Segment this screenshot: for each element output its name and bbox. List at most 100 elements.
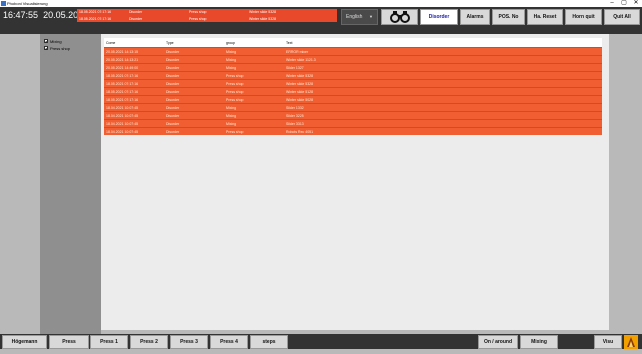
table-cell: Disorder	[166, 114, 180, 118]
title-bar: Phoboni Visualisierung – ▢ ✕	[0, 0, 642, 7]
table-cell: Disorder	[166, 58, 180, 62]
table-row[interactable]: 20.05.2021 14:49:00 Disorder Mixing Slider …	[104, 63, 602, 71]
quit-all-button[interactable]: Quit All	[604, 9, 640, 25]
table-cell: ERROR mixer	[286, 50, 309, 54]
table-cell: 18.05.2021 07:17:16	[106, 90, 139, 94]
table-row[interactable]: 18.05.2021 07:17:16 Disorder Press shop Win…	[104, 79, 602, 87]
table-cell: Press shop	[226, 130, 244, 134]
company-logo	[624, 335, 638, 349]
table-row[interactable]: 20.05.2021 14:13:21 Disorder Mixing Winter …	[104, 55, 602, 63]
checkbox[interactable]: ✔	[44, 39, 48, 44]
table-cell: 18.04.2021 10:07:45	[106, 130, 139, 134]
mixing-button[interactable]: Mixing	[520, 335, 558, 349]
pos-no-button[interactable]: POS. No	[492, 9, 525, 25]
steps-button[interactable]: steps	[250, 335, 288, 349]
filter-label: Mixing	[50, 38, 62, 44]
table-row[interactable]: 18.05.2021 07:17:16 Disorder Press shop Win…	[104, 87, 602, 95]
table-cell: Mixing	[226, 114, 237, 118]
table-cell: Press shop	[226, 90, 244, 94]
clock: 16:47:55 20.05.2021	[3, 10, 88, 20]
table-header: Come Type group Text	[104, 38, 602, 47]
hogemann-button[interactable]: Högemann	[2, 335, 47, 349]
press-2-button[interactable]: Press 2	[130, 335, 168, 349]
table-cell: Disorder	[166, 90, 180, 94]
column-type[interactable]: Type	[166, 41, 174, 45]
window-title: Phoboni Visualisierung	[7, 1, 48, 6]
maximize-button[interactable]: ▢	[618, 0, 630, 7]
table-cell: Slider 1332	[286, 106, 304, 110]
logo-icon	[627, 337, 635, 347]
filter-mixing[interactable]: ✔ Mixing	[44, 38, 62, 44]
table-row[interactable]: 18.04.2021 10:07:45 Disorder Mixing Slider …	[104, 119, 602, 127]
table-cell: 18.04.2021 10:07:45	[106, 122, 139, 126]
on-around-button[interactable]: On / around	[478, 335, 518, 349]
table-cell: 18.05.2021 07:17:16	[106, 82, 139, 86]
filter-label: Press shop	[50, 45, 71, 51]
binoculars-icon	[389, 11, 410, 23]
visu-button[interactable]: Visu	[594, 335, 622, 349]
disorder-button[interactable]: Disorder	[420, 9, 458, 25]
table-row[interactable]: 18.04.2021 10:07:45 Disorder Mixing Slider …	[104, 111, 602, 119]
column-group[interactable]: group	[226, 41, 235, 45]
checkbox[interactable]: ✔	[44, 46, 48, 51]
table-cell: Disorder	[166, 122, 180, 126]
table-cell: Winter slide 5328	[286, 74, 314, 78]
press-3-button[interactable]: Press 3	[170, 335, 208, 349]
binoculars-button[interactable]	[381, 9, 418, 25]
ha-reset-button[interactable]: Ha. Reset	[527, 9, 563, 25]
table-cell: Press shop	[226, 74, 244, 78]
table-cell: Slider 3225	[286, 114, 304, 118]
table-cell: Disorder	[166, 66, 180, 70]
banner-row: 18.05.2021 07:17:16 Disorder Press shop …	[79, 17, 277, 21]
table-cell: Disorder	[166, 98, 180, 102]
table-cell: Disorder	[166, 74, 180, 78]
table-cell: Mixing	[226, 50, 237, 54]
table-cell: 18.05.2021 07:17:16	[106, 98, 139, 102]
table-cell: 18.05.2021 07:17:16	[106, 74, 139, 78]
table-cell: 18.04.2021 10:07:45	[106, 114, 139, 118]
table-cell: Press shop	[226, 82, 244, 86]
table-cell: Slider 1327	[286, 66, 304, 70]
alarm-table: Come Type group Text 20.05.2021 14:13:15…	[104, 38, 602, 135]
table-cell: Slider 3313	[286, 122, 304, 126]
table-cell: Disorder	[166, 50, 180, 54]
press-button[interactable]: Press	[49, 335, 89, 349]
table-cell: Winter slide 5328	[286, 82, 314, 86]
app-icon	[1, 1, 6, 6]
table-row[interactable]: 18.05.2021 07:17:16 Disorder Press shop Win…	[104, 71, 602, 79]
table-cell: 20.05.2021 14:13:21	[106, 58, 139, 62]
table-cell: 20.05.2021 14:13:15	[106, 50, 139, 54]
table-row[interactable]: 20.05.2021 14:13:15 Disorder Mixing ERROR m…	[104, 47, 602, 55]
table-cell: 18.04.2021 10:07:45	[106, 106, 139, 110]
column-come[interactable]: Come	[106, 41, 115, 45]
alarm-banner[interactable]: 18.05.2021 07:17:16 Disorder Press shop …	[77, 9, 337, 22]
table-row[interactable]: 18.04.2021 10:07:45 Disorder Press shop Rob…	[104, 127, 602, 135]
banner-row: 18.05.2021 07:17:16 Disorder Press shop …	[79, 10, 277, 14]
horn-quit-button[interactable]: Horn quit	[565, 9, 602, 25]
press-4-button[interactable]: Press 4	[210, 335, 248, 349]
table-cell: Disorder	[166, 106, 180, 110]
language-select[interactable]: English ▼	[341, 9, 378, 25]
chevron-down-icon: ▼	[369, 14, 373, 19]
alarms-button[interactable]: Alarms	[460, 9, 490, 25]
table-cell: Mixing	[226, 122, 237, 126]
table-row[interactable]: 18.04.2021 10:07:45 Disorder Mixing Slider …	[104, 103, 602, 111]
press-1-button[interactable]: Press 1	[90, 335, 128, 349]
close-button[interactable]: ✕	[630, 0, 642, 7]
table-cell: Winter slide 5128	[286, 90, 314, 94]
table-cell: Winter slide 1121.3	[286, 58, 316, 62]
table-cell: Disorder	[166, 82, 180, 86]
column-text[interactable]: Text	[286, 41, 292, 45]
table-cell: Disorder	[166, 130, 180, 134]
table-cell: 20.05.2021 14:49:00	[106, 66, 139, 70]
language-value: English	[346, 14, 363, 20]
table-cell: Mixing	[226, 66, 237, 70]
clock-time: 16:47:55	[3, 10, 39, 20]
table-cell: Mixing	[226, 106, 237, 110]
minimize-button[interactable]: –	[606, 0, 618, 7]
table-row[interactable]: 18.05.2021 07:17:16 Disorder Press shop Win…	[104, 95, 602, 103]
table-cell: Winter slide 5028	[286, 98, 314, 102]
filter-press-shop[interactable]: ✔ Press shop	[44, 45, 70, 51]
table-cell: Press shop	[226, 98, 244, 102]
filter-sidebar	[40, 34, 101, 334]
